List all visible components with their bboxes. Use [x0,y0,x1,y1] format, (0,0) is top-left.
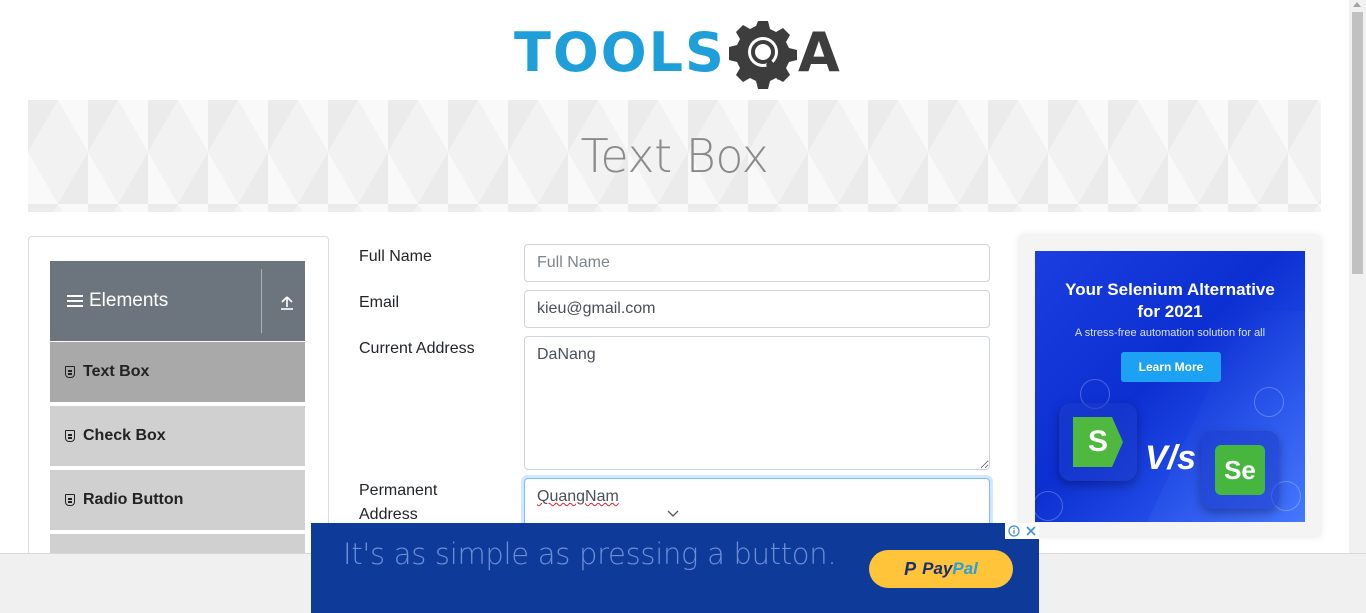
email-label: Email [359,294,400,311]
chevron-down-icon[interactable] [667,510,679,518]
ad-tile-selenium: Se [1201,431,1279,509]
sidebar-item-label: Radio Button [83,491,184,508]
permanent-address-label-line2: Address [359,506,418,523]
upload-icon[interactable] [279,295,295,311]
vertical-scrollbar[interactable] [1349,0,1366,553]
current-address-label: Current Address [359,340,475,357]
group-header-divider [261,269,262,333]
sidebar-item-radio-button[interactable]: Radio Button [50,470,305,532]
ad-tile-s: S [1059,403,1137,481]
full-name-label: Full Name [359,248,432,265]
learn-more-button[interactable]: Learn More [1121,352,1221,382]
toolsqa-logo[interactable]: TOOLS A [514,14,840,92]
html5-icon [65,366,75,378]
sidebar-item-label: Check Box [83,427,166,444]
paypal-p-icon: P [904,558,917,579]
ad-headline-line1: Your Selenium Alternative [1065,280,1275,299]
page-banner: Text Box [28,100,1321,212]
paypal-word-pal: Pal [952,559,978,578]
page-title: Text Box [580,129,769,183]
permanent-address-label-line1: Permanent [359,482,438,499]
ad-vs-text: V/s [1145,439,1197,477]
logo-tools-text: TOOLS [514,21,726,84]
code-icon [1254,387,1284,417]
email-input[interactable] [524,290,990,328]
full-name-input[interactable] [524,244,990,282]
ad-subtext: A stress-free automation solution for al… [1074,327,1266,339]
scrollbar-thumb[interactable] [1352,12,1363,274]
paypal-word-pay: Pay [922,559,953,578]
bottom-paypal-advertisement[interactable]: It's as simple as pressing a button. P P… [311,523,1039,613]
sidebar-item-check-box[interactable]: Check Box [50,406,305,468]
page: TOOLS A Text Box Elements Text Box Check… [0,0,1366,613]
ad-tile-s-letter: S [1073,417,1123,467]
sidebar-group-elements[interactable]: Elements [50,261,305,341]
ad-headline: Your Selenium Alternative for 2021 [1035,279,1305,323]
ad-close-icon[interactable] [1022,523,1039,539]
ad-info-icon[interactable] [1005,523,1022,539]
paypal-button[interactable]: P PayPal [869,550,1013,588]
side-advertisement[interactable]: Your Selenium Alternative for 2021 A str… [1035,251,1305,522]
current-address-textarea[interactable]: DaNang [524,336,990,470]
logo-a-text: A [797,21,840,84]
html5-icon [65,494,75,506]
ad-tile-se-letter: Se [1215,445,1265,495]
browser-icon [1035,491,1063,521]
bottom-ad-text: It's as simple as pressing a button. [343,537,837,571]
sidebar-group-title: Elements [89,290,169,311]
permanent-address-value: QuangNam [537,488,619,505]
sidebar-item-label: Text Box [83,363,150,380]
permanent-address-label: Permanent Address [359,479,437,527]
gear-magnifier-icon [728,17,800,89]
sidebar-item-text-box[interactable]: Text Box [50,342,305,404]
html5-icon [65,430,75,442]
scroll-up-arrow-icon[interactable] [1353,2,1361,7]
ad-headline-line2: for 2021 [1137,302,1203,321]
paypal-wordmark: PayPal [922,559,978,579]
hamburger-icon [67,295,83,307]
